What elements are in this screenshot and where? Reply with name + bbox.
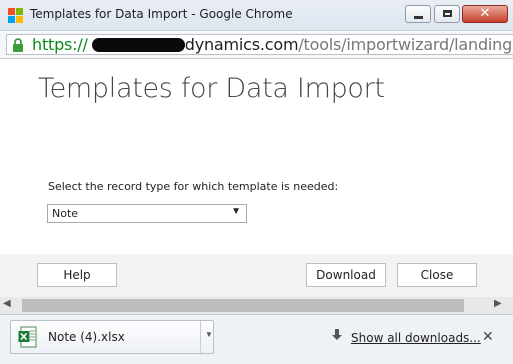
url-path: /tools/importwizard/landingpage — [298, 35, 513, 54]
minimize-button[interactable] — [405, 5, 431, 23]
lock-icon — [13, 38, 23, 52]
url-scheme: https:// — [32, 35, 88, 54]
page-title: Templates for Data Import — [38, 73, 385, 104]
url-redacted-segment — [91, 38, 185, 52]
chevron-down-icon[interactable]: ▼ — [205, 330, 213, 339]
minimize-icon — [414, 16, 423, 19]
close-button[interactable]: Close — [397, 263, 477, 287]
maximize-icon — [443, 10, 452, 17]
excel-file-icon — [18, 326, 37, 348]
download-arrow-icon — [332, 329, 342, 340]
address-bar: https:// dynamics.com/tools/importwizard/… — [0, 31, 513, 59]
record-type-label: Select the record type for which templat… — [48, 180, 339, 193]
horizontal-scrollbar[interactable]: ◀ ▶ — [0, 297, 513, 314]
download-button[interactable]: Download — [306, 263, 386, 287]
downloads-bar: Note (4).xlsx ▼ Show all downloads... ✕ — [0, 314, 513, 364]
dropdown-arrow-icon: ▼ — [231, 206, 241, 217]
maximize-button[interactable] — [434, 5, 460, 23]
download-item[interactable]: Note (4).xlsx ▼ — [10, 320, 214, 354]
url-text: https:// dynamics.com/tools/importwizard/… — [32, 35, 513, 54]
url-field[interactable]: https:// dynamics.com/tools/importwizard/… — [6, 34, 513, 55]
close-icon: ✕ — [479, 6, 491, 21]
show-all-downloads-link[interactable]: Show all downloads... — [351, 331, 481, 345]
record-type-select[interactable]: Note ▼ — [47, 204, 247, 223]
scrollbar-thumb[interactable] — [22, 299, 464, 312]
page-content: Templates for Data Import Select the rec… — [0, 59, 513, 313]
close-downloads-bar-icon[interactable]: ✕ — [482, 329, 494, 345]
url-host: dynamics.com — [184, 35, 299, 54]
download-item-divider — [200, 321, 201, 353]
app-logo-icon — [8, 8, 23, 23]
scroll-right-icon[interactable]: ▶ — [494, 298, 502, 309]
help-button[interactable]: Help — [37, 263, 117, 287]
download-file-name: Note (4).xlsx — [48, 330, 125, 344]
window-titlebar: Templates for Data Import - Google Chrom… — [0, 0, 513, 31]
window-close-button[interactable]: ✕ — [462, 5, 508, 23]
record-type-value: Note — [52, 207, 79, 220]
scroll-left-icon[interactable]: ◀ — [3, 298, 11, 309]
window-title: Templates for Data Import - Google Chrom… — [30, 7, 293, 21]
